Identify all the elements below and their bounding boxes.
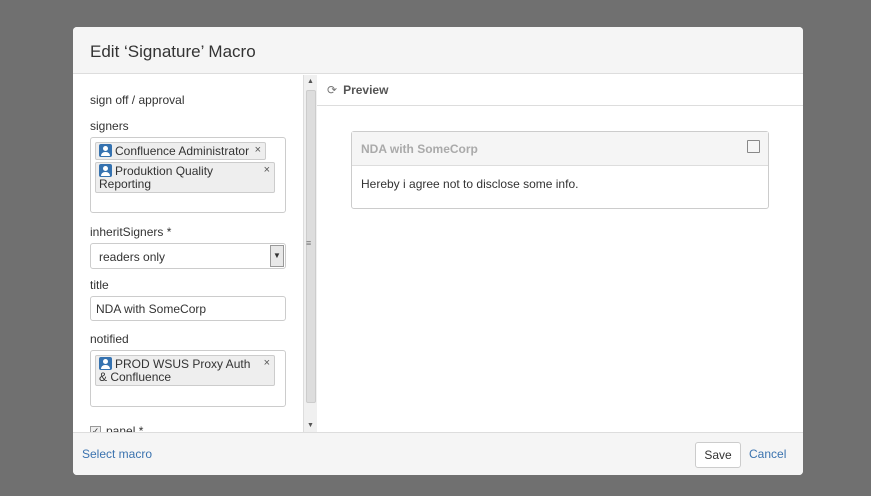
panel-label: panel * [106, 424, 144, 432]
remove-icon[interactable]: × [264, 164, 270, 177]
select-macro-link[interactable]: Select macro [82, 447, 152, 461]
notified-name: PROD WSUS Proxy Auth & Confluence [99, 357, 251, 384]
user-icon [99, 164, 112, 177]
user-icon [99, 144, 112, 157]
scroll-up-icon[interactable]: ▲ [307, 78, 314, 85]
inherit-signers-select[interactable]: readers only ▼ [90, 243, 286, 269]
title-input[interactable]: NDA with SomeCorp [90, 296, 286, 321]
signers-field[interactable]: Confluence Administrator × Produktion Qua… [90, 137, 286, 213]
preview-label: Preview [343, 83, 389, 97]
signer-name: Confluence Administrator [115, 144, 250, 158]
notified-field[interactable]: PROD WSUS Proxy Auth & Confluence × [90, 350, 286, 407]
user-icon [99, 357, 112, 370]
signer-tag: Confluence Administrator × [95, 142, 267, 160]
dialog-title: Edit ‘Signature’ Macro [73, 27, 803, 74]
parameters-panel: sign off / approval signers Confluence A… [73, 75, 303, 432]
remove-icon[interactable]: × [255, 144, 261, 157]
signer-tag: Produktion Quality Reporting × [95, 162, 275, 193]
cancel-link[interactable]: Cancel [749, 447, 786, 461]
refresh-icon[interactable]: ⟳ [327, 83, 337, 97]
signer-name: Produktion Quality Reporting [99, 164, 214, 191]
notified-tag: PROD WSUS Proxy Auth & Confluence × [95, 355, 275, 386]
selected-value: readers only [99, 250, 166, 264]
dialog-footer: Select macro Save Cancel [73, 432, 803, 475]
signature-card: NDA with SomeCorp Hereby i agree not to … [351, 131, 769, 209]
chevron-down-icon[interactable]: ▼ [270, 245, 284, 267]
card-title: NDA with SomeCorp [361, 142, 478, 156]
grip-icon: ≡ [306, 238, 312, 248]
scrollbar[interactable]: ▲ ≡ ▼ [303, 75, 317, 432]
scroll-down-icon[interactable]: ▼ [307, 422, 314, 429]
inherit-signers-label: inheritSigners * [90, 225, 172, 239]
notified-label: notified [90, 332, 129, 346]
card-header: NDA with SomeCorp [352, 132, 768, 166]
macro-dialog: Edit ‘Signature’ Macro sign off / approv… [73, 27, 803, 475]
title-label: title [90, 278, 109, 292]
remove-icon[interactable]: × [264, 357, 270, 370]
panel-checkbox-row[interactable]: ✓ panel * [90, 424, 286, 432]
save-button[interactable]: Save [695, 442, 741, 468]
document-icon [747, 140, 760, 153]
card-body: Hereby i agree not to disclose some info… [361, 177, 579, 191]
section-label: sign off / approval [90, 93, 185, 107]
preview-header: ⟳ Preview [317, 75, 803, 106]
signers-label: signers [90, 119, 129, 133]
preview-panel: ⟳ Preview NDA with SomeCorp Hereby i agre… [317, 75, 803, 432]
